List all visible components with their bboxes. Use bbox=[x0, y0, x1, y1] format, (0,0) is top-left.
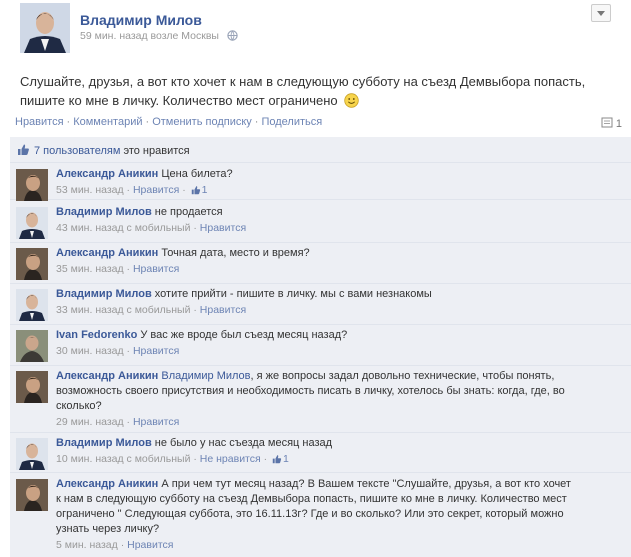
comments-section: 7 пользователям это нравится Александр А… bbox=[10, 137, 631, 557]
comment-author[interactable]: Владимир Милов bbox=[56, 206, 152, 218]
comment-meta: 53 мин. назад · Нравится · 1 bbox=[56, 184, 208, 196]
post-author-name[interactable]: Владимир Милов bbox=[80, 12, 202, 28]
comment-text: У вас же вроде был съезд месяц назад? bbox=[140, 329, 348, 341]
comment-like-link[interactable]: Нравится bbox=[200, 304, 246, 316]
comment-bubble-icon bbox=[601, 117, 613, 128]
comment-meta: 43 мин. назад с мобильный · Нравится bbox=[56, 222, 247, 234]
comment-link[interactable]: Комментарий bbox=[73, 116, 142, 128]
post-header: Владимир Милов 59 мин. назад возле Москв… bbox=[0, 0, 631, 62]
post-body: Слушайте, друзья, а вот кто хочет к нам … bbox=[20, 74, 586, 108]
comment-time[interactable]: 35 мин. назад bbox=[56, 263, 124, 275]
comment-item: Владимир Милов хотите прийти - пишите в … bbox=[10, 284, 631, 325]
commenter-avatar[interactable] bbox=[16, 371, 48, 403]
comment-time[interactable]: 10 мин. назад с мобильный bbox=[56, 453, 190, 465]
comment-meta: 35 мин. назад · Нравится bbox=[56, 263, 180, 275]
comment-like-link[interactable]: Нравится bbox=[127, 539, 173, 551]
likes-suffix: это нравится bbox=[123, 145, 190, 157]
thumbs-up-icon bbox=[18, 144, 29, 155]
comment-text: Цена билета? bbox=[161, 168, 233, 180]
comment-time[interactable]: 29 мин. назад bbox=[56, 416, 124, 428]
comment-item: Владимир Милов не было у нас съезда меся… bbox=[10, 433, 631, 473]
commenter-avatar[interactable] bbox=[16, 248, 48, 280]
comment-count: 1 bbox=[615, 118, 622, 130]
post-timestamp: 59 мин. назад возле Москвы bbox=[80, 30, 238, 42]
comment-like-link[interactable]: Нравится bbox=[133, 345, 179, 357]
unfollow-link[interactable]: Отменить подписку bbox=[152, 116, 252, 128]
commenter-avatar[interactable] bbox=[16, 479, 48, 511]
thumbs-up-icon bbox=[191, 186, 200, 195]
separator: · bbox=[145, 116, 150, 128]
comment-like-count[interactable]: 1 bbox=[283, 453, 289, 465]
comment-author[interactable]: Ivan Fedorenko bbox=[56, 329, 137, 341]
comment-meta: 29 мин. назад · Нравится bbox=[56, 416, 180, 428]
comment-item: Александр Аникин Точная дата, место и вр… bbox=[10, 243, 631, 284]
comment-time[interactable]: 33 мин. назад с мобильный bbox=[56, 304, 190, 316]
comment-author[interactable]: Александр Аникин bbox=[56, 168, 158, 180]
comment-item: Ivan Fedorenko У вас же вроде был съезд … bbox=[10, 325, 631, 366]
comment-author[interactable]: Александр Аникин bbox=[56, 370, 158, 382]
thumbs-up-icon bbox=[272, 455, 282, 464]
comment-item: Александр Аникин Цена билета? 53 мин. на… bbox=[10, 164, 631, 201]
comment-meta: 5 мин. назад · Нравится bbox=[56, 539, 174, 551]
comment-time[interactable]: 53 мин. назад bbox=[56, 184, 124, 196]
comment-author[interactable]: Александр Аникин bbox=[56, 478, 158, 490]
post-author-avatar[interactable] bbox=[20, 3, 70, 53]
commenter-avatar[interactable] bbox=[16, 207, 48, 239]
globe-icon bbox=[227, 30, 238, 41]
chevron-down-icon bbox=[597, 11, 605, 16]
comment-unlike-link[interactable]: Не нравится bbox=[200, 453, 261, 465]
comment-meta: 33 мин. назад с мобильный · Нравится bbox=[56, 304, 247, 316]
comment-body: Ivan Fedorenko У вас же вроде был съезд … bbox=[56, 328, 576, 360]
comment-counter[interactable]: 1 bbox=[601, 117, 622, 130]
comment-body: Александр Аникин Точная дата, место и вр… bbox=[56, 246, 576, 278]
comment-like-link[interactable]: Нравится bbox=[133, 263, 179, 275]
comment-body: Александр Аникин А при чем тут месяц наз… bbox=[56, 477, 576, 554]
like-link[interactable]: Нравится bbox=[15, 116, 64, 128]
comment-text: не продается bbox=[154, 206, 223, 218]
comment-author[interactable]: Владимир Милов bbox=[56, 288, 152, 300]
comment-time[interactable]: 43 мин. назад с мобильный bbox=[56, 222, 190, 234]
comment-body: Александр Аникин Цена билета? 53 мин. на… bbox=[56, 167, 576, 199]
commenter-avatar[interactable] bbox=[16, 330, 48, 362]
comment-meta: 30 мин. назад · Нравится bbox=[56, 345, 180, 357]
comment-like-link[interactable]: Нравится bbox=[200, 222, 246, 234]
commenter-avatar[interactable] bbox=[16, 289, 48, 321]
likes-count-link[interactable]: 7 пользователям bbox=[34, 145, 120, 157]
comment-body: Владимир Милов не было у нас съезда меся… bbox=[56, 436, 576, 468]
comment-text: не было у нас съезда месяц назад bbox=[154, 437, 333, 449]
comment-text: хотите прийти - пишите в личку. мы с вам… bbox=[154, 288, 432, 300]
comment-meta: 10 мин. назад с мобильный · Не нравится … bbox=[56, 453, 289, 465]
comment-author[interactable]: Владимир Милов bbox=[56, 437, 152, 449]
comment-item: Владимир Милов не продается 43 мин. наза… bbox=[10, 202, 631, 243]
commenter-avatar[interactable] bbox=[16, 438, 48, 470]
smiley-icon bbox=[344, 93, 359, 108]
comment-mention[interactable]: Владимир Милов bbox=[161, 370, 250, 382]
comment-author[interactable]: Александр Аникин bbox=[56, 247, 158, 259]
likes-summary: 7 пользователям это нравится bbox=[10, 141, 631, 163]
separator: · bbox=[66, 116, 71, 128]
comment-like-link[interactable]: Нравится bbox=[133, 416, 179, 428]
comment-time[interactable]: 30 мин. назад bbox=[56, 345, 124, 357]
comment-time[interactable]: 5 мин. назад bbox=[56, 539, 118, 551]
post-time[interactable]: 59 мин. назад возле Москвы bbox=[80, 30, 219, 42]
comment-like-count[interactable]: 1 bbox=[202, 184, 208, 196]
post-text: Слушайте, друзья, а вот кто хочет к нам … bbox=[20, 72, 620, 110]
post-options-button[interactable] bbox=[591, 4, 611, 22]
comment-body: Владимир Милов хотите прийти - пишите в … bbox=[56, 287, 576, 319]
commenter-avatar[interactable] bbox=[16, 169, 48, 201]
share-link[interactable]: Поделиться bbox=[261, 116, 322, 128]
comment-text: Точная дата, место и время? bbox=[161, 247, 310, 259]
comment-like-link[interactable]: Нравится bbox=[133, 184, 179, 196]
comment-item: Александр Аникин А при чем тут месяц наз… bbox=[10, 474, 631, 557]
comment-body: Александр Аникин Владимир Милов, я же во… bbox=[56, 369, 576, 431]
comment-item: Александр Аникин Владимир Милов, я же во… bbox=[10, 366, 631, 433]
separator: · bbox=[254, 116, 259, 128]
comment-body: Владимир Милов не продается 43 мин. наза… bbox=[56, 205, 576, 237]
post-action-bar: Нравится · Комментарий · Отменить подписку · П… bbox=[15, 116, 622, 134]
